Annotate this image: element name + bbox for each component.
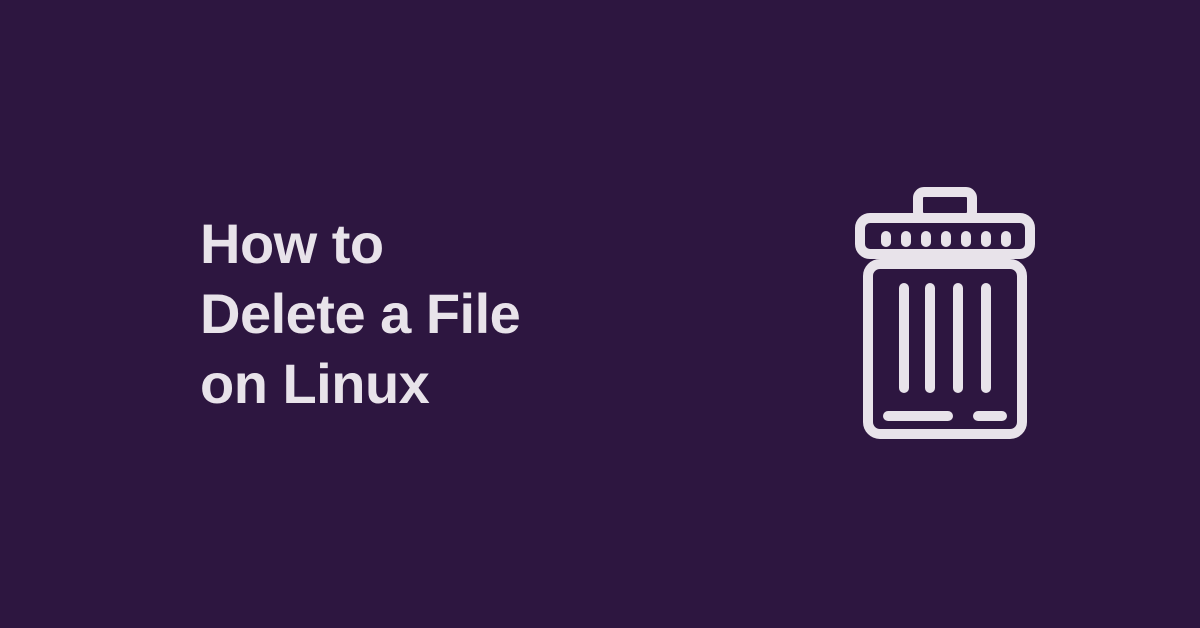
trash-icon [830,184,1060,444]
title-line-3: on Linux [200,352,429,415]
page-title: How to Delete a File on Linux [200,209,520,419]
title-line-1: How to [200,212,384,275]
title-line-2: Delete a File [200,282,520,345]
